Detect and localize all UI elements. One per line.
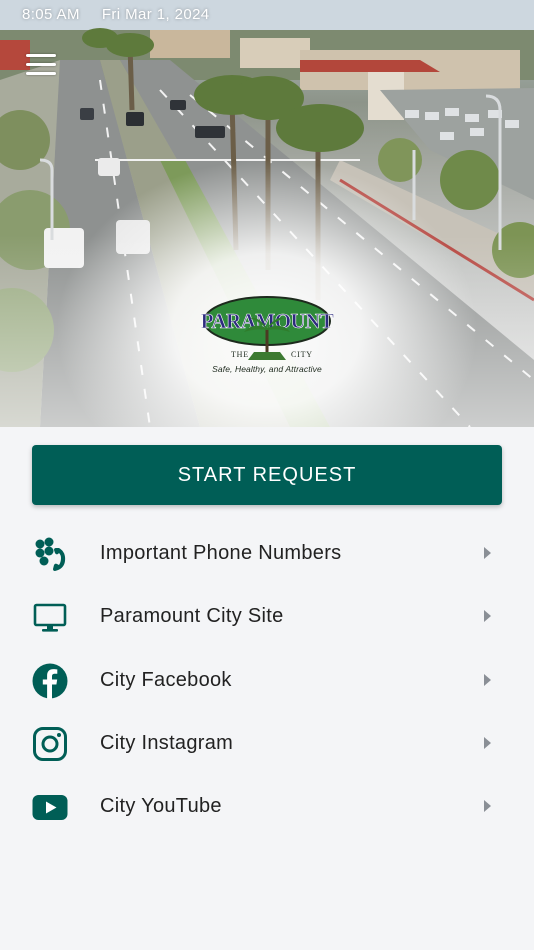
chevron-right-icon [484,800,491,813]
start-request-label: START REQUEST [177,463,357,486]
chevron-right-icon [484,736,491,749]
app-screen: PARAMOUNT THE CITY Safe, Healthy, and At… [0,0,534,950]
status-date: Fri Mar 1, 2024 [101,6,210,23]
list-item-city-site[interactable]: Paramount City Site [0,585,534,648]
list-item-label: City Facebook [100,668,232,691]
chevron-right-icon [484,610,491,623]
status-time: 8:05 AM [22,6,80,23]
link-list: Important Phone Numbers Paramount City S… [0,522,534,838]
chevron-right-icon [484,673,491,686]
monitor-icon [33,603,67,632]
list-item-youtube[interactable]: City YouTube [0,775,534,838]
list-item-label: City YouTube [100,795,222,818]
facebook-icon [32,663,68,699]
list-item-label: Important Phone Numbers [100,542,342,564]
logo-tagline: Safe, Healthy, and Attractive [212,364,322,374]
list-item-facebook[interactable]: City Facebook [0,649,534,712]
list-item-phone-numbers[interactable]: Important Phone Numbers [0,522,534,585]
list-item-label: Paramount City Site [100,605,284,628]
instagram-icon [33,726,67,761]
logo-the-text: THE [231,350,249,359]
logo-city-text: CITY [291,350,313,359]
list-item-label: City Instagram [100,731,234,754]
start-request-button[interactable]: START REQUEST [32,445,502,505]
hero-image: PARAMOUNT THE CITY Safe, Healthy, and At… [0,0,534,427]
chevron-right-icon [484,547,491,559]
youtube-icon [32,795,68,821]
hamburger-menu-icon[interactable] [26,54,56,78]
status-bar: 8:05 AM Fri Mar 1, 2024 [22,6,210,23]
phone-icon [35,537,66,571]
list-item-instagram[interactable]: City Instagram [0,712,534,775]
